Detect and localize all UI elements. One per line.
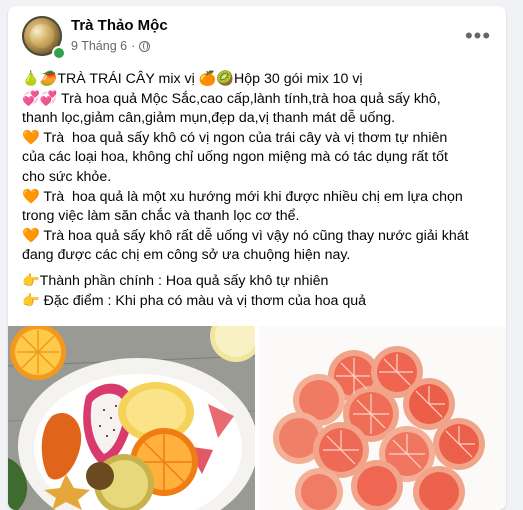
feature-line: 👉Thành phần chính : Hoa quả sấy khô tự n… <box>22 272 329 289</box>
page-avatar[interactable] <box>22 16 66 60</box>
more-options-button[interactable]: ••• <box>460 18 496 54</box>
post-line: 🧡 Trà hoa quả sấy khô có vị ngon của trá… <box>22 129 448 146</box>
post-line: 🍐🥭TRÀ TRÁI CÂY mix vị 🍊🥝Hộp 30 gói mix 1… <box>22 71 363 87</box>
page-name-link[interactable]: Trà Thảo Mộc <box>71 17 168 34</box>
globe-icon[interactable] <box>139 40 151 52</box>
online-status-icon <box>52 46 66 60</box>
feature-line: 👉 Đặc điểm : Khi pha có màu và vị thơm c… <box>22 292 366 309</box>
post-line: 💞💞 Trà hoa quả Mộc Sắc,cao cấp,lành tính… <box>22 90 441 107</box>
post-line: thanh lọc,giảm cân,giảm mụn,đẹp da,vị th… <box>22 110 396 127</box>
dried-grapefruit-illustration <box>259 326 506 510</box>
post-header: Trà Thảo Mộc 9 Tháng 6 · ••• <box>8 6 506 66</box>
post-line: cho sức khỏe. <box>22 168 112 185</box>
avatar-image-center <box>30 24 54 48</box>
dried-grapefruit-image[interactable] <box>259 326 506 510</box>
more-options-icon: ••• <box>464 23 492 48</box>
dried-fruit-plate-illustration <box>8 326 255 510</box>
post-line: 🧡 Trà hoa quả là một xu hướng mới khi đư… <box>22 188 463 205</box>
post-meta: 9 Tháng 6 · <box>71 39 151 53</box>
post-line: 🧡 Trà hoa quả sấy khô rất dễ uống vì vậy… <box>22 227 469 244</box>
post-text: 🍐🥭TRÀ TRÁI CÂY mix vị 🍊🥝Hộp 30 gói mix 1… <box>22 70 496 311</box>
post-line: trong việc làm săn chắc và thanh lọc cơ … <box>22 208 300 225</box>
post-card: Trà Thảo Mộc 9 Tháng 6 · ••• 🍐🥭TRÀ TRÁI … <box>8 6 506 510</box>
post-line: đang được các chị em công sở ưa chuộng h… <box>22 247 351 264</box>
post-line: của các loại hoa, không chỉ uống ngon mi… <box>22 149 448 166</box>
dried-fruit-plate-image[interactable] <box>8 326 255 510</box>
post-date-link[interactable]: 9 Tháng 6 <box>71 39 127 53</box>
post-images <box>8 326 506 510</box>
meta-separator: · <box>131 39 136 53</box>
